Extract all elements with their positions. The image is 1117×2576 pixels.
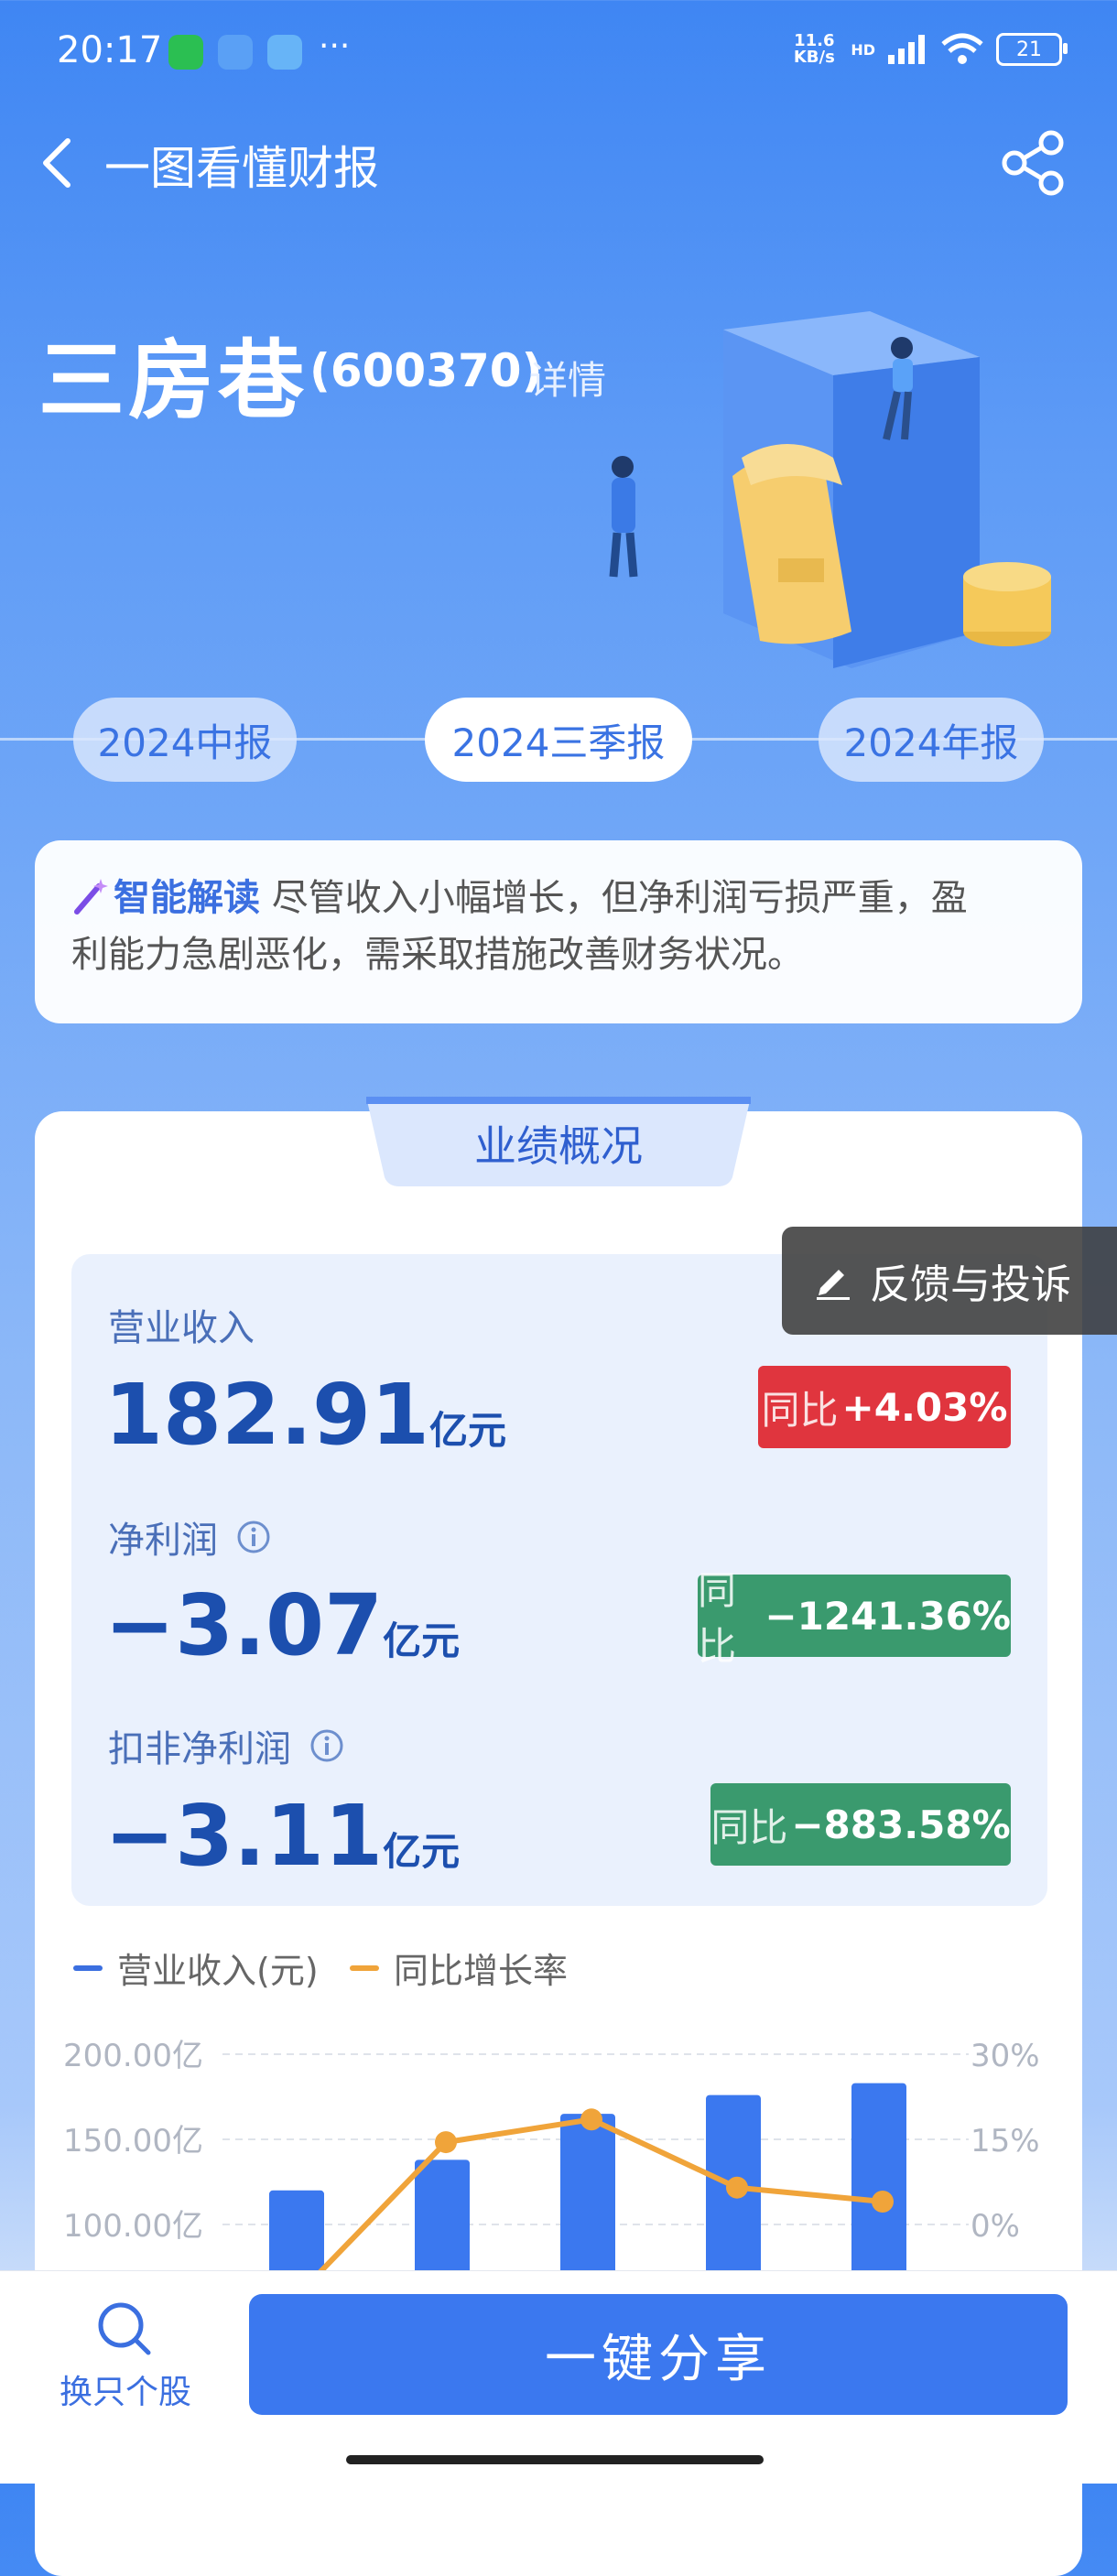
adjusted-net-profit-yoy-badge: 同比 −883.58% (710, 1783, 1011, 1866)
revenue-value: 182.91 (104, 1366, 430, 1464)
legend-growth: 同比增长率 (350, 1943, 568, 1993)
network-speed: 11.6 KB/s (793, 31, 835, 67)
net-profit-yoy-prefix: 同比 (698, 1568, 737, 1669)
ai-summary-text-2: 利能力急剧恶化，需采取措施改善财务状况。 (71, 934, 804, 976)
battery-icon: 21 (996, 33, 1068, 66)
ai-summary-card: 智能解读 尽管收入小幅增长，但净利润亏损严重，盈 利能力急剧恶化，需采取措施改善… (35, 840, 1082, 1023)
battery-level: 21 (1016, 38, 1042, 61)
more-notifications-icon: ··· (319, 27, 351, 65)
net-profit-value-group: −3.07亿元 (104, 1576, 460, 1674)
status-right: 11.6 KB/s HD 21 (790, 31, 1068, 67)
growth-point (580, 2108, 602, 2131)
net-profit-label: 净利润 (108, 1520, 218, 1562)
period-tab-2024-q3[interactable]: 2024三季报 (425, 698, 692, 782)
legend-revenue-label: 营业收入(元) (117, 1951, 319, 1991)
ai-summary-label: 智能解读 (114, 877, 260, 919)
edit-icon (817, 1270, 850, 1300)
back-icon[interactable] (37, 135, 77, 190)
revenue-yoy-prefix: 同比 (761, 1387, 839, 1433)
adjusted-net-profit-label: 扣非净利润 (108, 1728, 291, 1770)
page-title: 一图看懂财报 (104, 142, 379, 195)
wechat-icon (168, 35, 203, 70)
feedback-label: 反馈与投诉 (870, 1261, 1071, 1308)
magic-wand-icon (74, 879, 108, 915)
home-indicator (346, 2455, 764, 2464)
search-icon[interactable] (95, 2300, 154, 2358)
net-profit-yoy-badge: 同比 −1241.36% (698, 1568, 1011, 1669)
info-icon[interactable] (236, 1520, 271, 1554)
section-title: 业绩概况 (474, 1121, 643, 1171)
y-left-tick-label: 100.00亿 (63, 2208, 203, 2245)
y-right-tick-label: 30% (971, 2038, 1040, 2074)
adjusted-net-profit-value: −3.11 (104, 1787, 384, 1885)
switch-stock-label[interactable]: 换只个股 (57, 2365, 194, 2413)
tplink-app-icon (267, 35, 302, 70)
feedback-button[interactable]: 反馈与投诉 (782, 1227, 1117, 1335)
revenue-unit: 亿元 (429, 1408, 507, 1453)
revenue-value-group: 182.91亿元 (104, 1366, 506, 1464)
revenue-bar (415, 2159, 470, 2279)
revenue-chart: 200.00亿 30% 150.00亿 15% 100.00亿 0% (63, 2038, 1040, 2279)
net-profit-yoy-value: −1241.36% (765, 1593, 1011, 1639)
status-time: 20:17 (57, 29, 163, 71)
revenue-bar (560, 2114, 615, 2279)
y-right-tick-label: 15% (971, 2123, 1040, 2159)
legend-revenue-swatch (73, 1964, 103, 1971)
net-profit-value: −3.07 (104, 1576, 384, 1674)
hd-label: HD (851, 40, 875, 59)
legend-revenue: 营业收入(元) (73, 1943, 319, 1993)
one-click-share-button[interactable]: 一键分享 (249, 2294, 1068, 2415)
wifi-icon (941, 33, 983, 64)
share-icon[interactable] (998, 126, 1071, 200)
report-illustration (609, 311, 1051, 668)
revenue-label: 营业收入 (108, 1307, 255, 1349)
y-left-tick-label: 200.00亿 (63, 2038, 203, 2074)
company-code: (600370) (309, 344, 543, 397)
y-left-tick-label: 150.00亿 (63, 2123, 203, 2159)
adjusted-net-profit-value-group: −3.11亿元 (104, 1787, 460, 1885)
period-tab-2024-interim[interactable]: 2024中报 (73, 698, 297, 782)
growth-point (435, 2131, 457, 2154)
legend-growth-swatch (350, 1964, 379, 1971)
browser-app-icon (218, 35, 253, 70)
growth-point (872, 2191, 894, 2213)
y-right-tick-label: 0% (971, 2208, 1020, 2245)
company-name: 三房巷 (38, 331, 309, 431)
signal-icon (888, 35, 925, 64)
revenue-bar (269, 2190, 324, 2279)
revenue-yoy-value: +4.03% (841, 1384, 1008, 1430)
ai-summary-line1: 智能解读 尽管收入小幅增长，但净利润亏损严重，盈 (71, 870, 1046, 926)
growth-point (726, 2176, 748, 2199)
period-tab-2024-annual[interactable]: 2024年报 (819, 698, 1044, 782)
revenue-yoy-badge: 同比 +4.03% (758, 1366, 1011, 1448)
adjusted-net-profit-label-row: 扣非净利润 (108, 1719, 344, 1772)
legend-growth-label: 同比增长率 (394, 1951, 569, 1991)
info-icon[interactable] (309, 1728, 344, 1763)
net-profit-unit: 亿元 (383, 1618, 461, 1663)
adjusted-net-profit-unit: 亿元 (383, 1829, 461, 1874)
net-profit-label-row: 净利润 (108, 1510, 271, 1564)
ai-summary-text-1: 尽管收入小幅增长，但净利润亏损严重，盈 (271, 877, 968, 919)
adjusted-net-profit-yoy-prefix: 同比 (710, 1804, 788, 1850)
revenue-bar (851, 2083, 906, 2279)
adjusted-net-profit-yoy-value: −883.58% (791, 1802, 1011, 1847)
